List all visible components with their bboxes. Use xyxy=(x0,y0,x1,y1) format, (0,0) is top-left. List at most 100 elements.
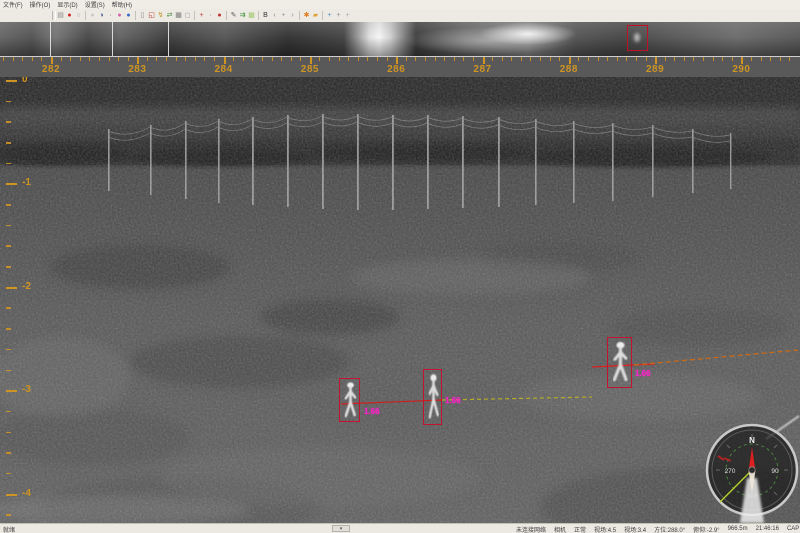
azimuth-minor-tick xyxy=(598,57,599,61)
dot2-icon[interactable]: · xyxy=(206,10,215,21)
status-seg-3: 视场:4.5 xyxy=(590,525,620,533)
azimuth-major-tick xyxy=(655,57,657,64)
snapshot-icon[interactable]: ◱ xyxy=(147,10,156,21)
azimuth-minor-tick xyxy=(550,57,551,61)
new-doc-icon[interactable]: ▯ xyxy=(138,10,147,21)
azimuth-minor-tick xyxy=(521,57,522,61)
open-file-icon[interactable]: ▤ xyxy=(56,10,65,21)
toolbar-divider xyxy=(258,11,259,20)
crosshair-light-icon[interactable]: + xyxy=(343,10,352,21)
azimuth-minor-tick xyxy=(329,57,330,61)
menu-item-file[interactable]: 文件(F) xyxy=(3,0,23,9)
compass-rose: N 90 270 180 xyxy=(704,422,800,523)
azimuth-minor-tick xyxy=(607,57,608,61)
azimuth-minor-tick xyxy=(3,57,4,61)
next-icon[interactable]: › xyxy=(288,10,297,21)
azimuth-minor-tick xyxy=(636,57,637,61)
alarm-icon[interactable]: ● xyxy=(215,10,224,21)
azimuth-minor-tick xyxy=(262,57,263,61)
menu-item-settings[interactable]: 设置(S) xyxy=(85,0,105,9)
range-label: 1.66 xyxy=(635,369,651,378)
detection-box-1[interactable]: 1.66 xyxy=(339,378,360,422)
bold-icon[interactable]: B xyxy=(261,10,270,21)
status-seg-5: 方位:288.0° xyxy=(650,525,689,533)
crosshair-blue-icon[interactable]: + xyxy=(325,10,334,21)
azimuth-minor-tick xyxy=(166,57,167,61)
edit-icon[interactable]: ✎ xyxy=(229,10,238,21)
azimuth-minor-tick xyxy=(99,57,100,61)
status-seg-2: 正常 xyxy=(570,525,590,533)
azimuth-minor-tick xyxy=(444,57,445,61)
white-hot-icon[interactable]: ● xyxy=(115,10,124,21)
toolbar-divider xyxy=(299,11,300,20)
azimuth-minor-tick xyxy=(243,57,244,61)
menu-bar: 文件(F) 操作(O) 显示(D) 设置(S) 帮助(H) xyxy=(0,0,800,9)
azimuth-major-tick xyxy=(396,57,398,64)
azimuth-minor-tick xyxy=(204,57,205,61)
stop-icon[interactable]: ○ xyxy=(74,10,83,21)
azimuth-minor-tick xyxy=(703,57,704,61)
menu-item-operate[interactable]: 操作(O) xyxy=(30,0,51,9)
panorama-separator xyxy=(168,22,169,56)
flash-icon[interactable]: ↯ xyxy=(156,10,165,21)
azimuth-minor-tick xyxy=(530,57,531,61)
panorama-target-marker[interactable] xyxy=(627,25,648,51)
zero-frame-icon[interactable]: ◻ xyxy=(183,10,192,21)
azimuth-minor-tick xyxy=(377,57,378,61)
day-mode-icon[interactable]: ● xyxy=(88,10,97,21)
azimuth-minor-tick xyxy=(118,57,119,61)
azimuth-minor-tick xyxy=(789,57,790,61)
azimuth-tick-label: 285 xyxy=(301,64,319,75)
azimuth-minor-tick xyxy=(128,57,129,61)
azimuth-minor-tick xyxy=(32,57,33,61)
azimuth-ruler[interactable]: 282283284285286287288289290 xyxy=(0,56,800,77)
thermal-scene xyxy=(0,77,800,523)
add-target-icon[interactable]: + xyxy=(197,10,206,21)
azimuth-major-tick xyxy=(137,57,139,64)
grid-icon[interactable]: ▦ xyxy=(174,10,183,21)
azimuth-minor-tick xyxy=(387,57,388,61)
azimuth-minor-tick xyxy=(406,57,407,61)
night-mode-icon[interactable]: ◑ xyxy=(97,10,106,21)
compass-label-w: 270 xyxy=(725,468,736,475)
compass-label-e: 90 xyxy=(771,468,779,475)
black-hot-icon[interactable]: ● xyxy=(124,10,133,21)
azimuth-minor-tick xyxy=(713,57,714,61)
azimuth-tick-label: 287 xyxy=(473,64,491,75)
forward-icon[interactable]: ⇉ xyxy=(238,10,247,21)
panorama-target-blob xyxy=(634,33,640,42)
detection-box-3[interactable]: 1.66 xyxy=(607,337,632,388)
azimuth-minor-tick xyxy=(674,57,675,61)
menu-item-display[interactable]: 显示(D) xyxy=(57,0,77,9)
azimuth-minor-tick xyxy=(435,57,436,61)
folder-icon[interactable]: ▰ xyxy=(311,10,320,21)
azimuth-minor-tick xyxy=(80,57,81,61)
status-segments: 未连接网络相机正常视场:4.5视场:3.4方位:288.0°俯仰:-2.9°96… xyxy=(512,524,798,533)
toolbar-divider xyxy=(322,11,323,20)
settings-gear-icon[interactable]: ✱ xyxy=(302,10,311,21)
status-seg-9: CAP 959 526 xyxy=(783,526,800,532)
azimuth-minor-tick xyxy=(511,57,512,61)
azimuth-minor-tick xyxy=(147,57,148,61)
center-dot-icon[interactable]: • xyxy=(279,10,288,21)
crosshair-gray-icon[interactable]: + xyxy=(334,10,343,21)
dot-icon[interactable]: · xyxy=(106,10,115,21)
menu-item-help[interactable]: 帮助(H) xyxy=(112,0,132,9)
prev-icon[interactable]: ‹ xyxy=(270,10,279,21)
azimuth-minor-tick xyxy=(367,57,368,61)
status-seg-7: 966.5m xyxy=(724,526,752,532)
detection-box-2[interactable]: 1.66 xyxy=(423,369,442,425)
panorama-separator xyxy=(50,22,51,56)
azimuth-minor-tick xyxy=(319,57,320,61)
record-icon[interactable]: ● xyxy=(65,10,74,21)
sync-icon[interactable]: ⇄ xyxy=(165,10,174,21)
status-ready: 就绪 xyxy=(3,525,15,533)
panorama-strip[interactable] xyxy=(0,22,800,56)
azimuth-minor-tick xyxy=(761,57,762,61)
azimuth-major-tick xyxy=(569,57,571,64)
thermal-main-view[interactable]: 0-1-2-3-4 1.66 xyxy=(0,77,800,523)
range-label: 1.66 xyxy=(364,407,380,416)
azimuth-minor-tick xyxy=(540,57,541,61)
panorama-scroll-dropdown[interactable]: ▾ xyxy=(332,525,350,532)
area-icon[interactable]: ▩ xyxy=(247,10,256,21)
